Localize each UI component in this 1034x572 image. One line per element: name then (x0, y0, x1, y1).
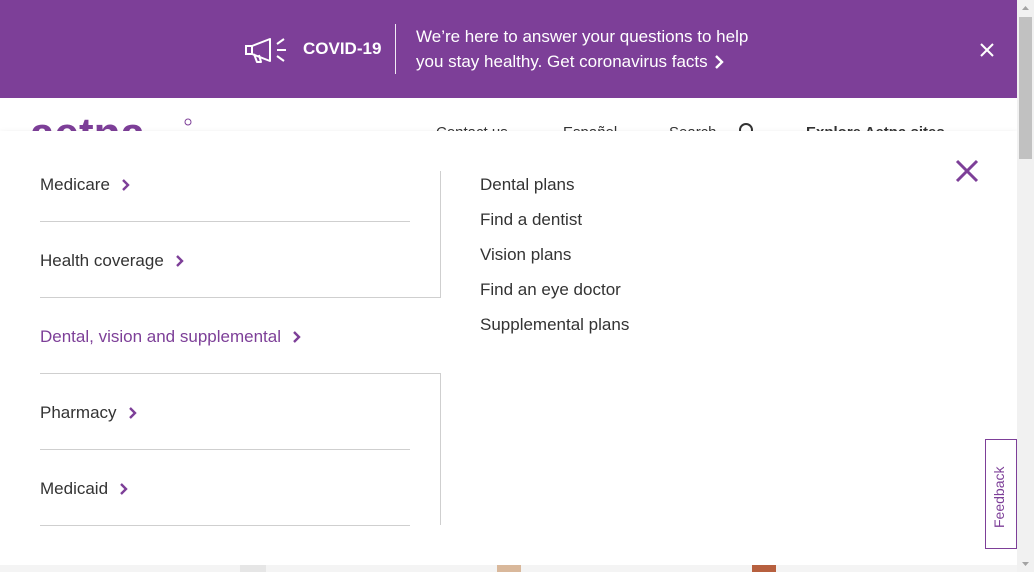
menu-item-dental-vision-supplemental[interactable]: Dental, vision and supplemental (40, 323, 410, 399)
chevron-right-icon (175, 255, 184, 267)
menu-divider (440, 373, 441, 525)
banner-message: We’re here to answer your questions to h… (416, 27, 749, 71)
chevron-right-icon (293, 331, 301, 343)
link-find-a-dentist[interactable]: Find a dentist (480, 210, 582, 230)
page-content-peek (0, 565, 1017, 572)
close-icon[interactable] (955, 159, 979, 183)
chevron-right-icon (122, 179, 130, 191)
scroll-up-arrow-icon[interactable] (1017, 0, 1034, 17)
menu-item-health-coverage[interactable]: Health coverage (40, 247, 410, 323)
banner-title: COVID-19 (303, 39, 382, 58)
scrollbar[interactable] (1017, 0, 1034, 572)
close-icon[interactable] (979, 42, 995, 58)
content-image (752, 565, 776, 572)
chevron-right-icon (714, 55, 724, 69)
content-image (497, 565, 521, 572)
chevron-right-icon (120, 483, 128, 495)
menu-divider (440, 171, 441, 297)
feedback-tab[interactable]: Feedback (985, 439, 1017, 549)
menu-item-pharmacy[interactable]: Pharmacy (40, 399, 410, 475)
menu-item-label: Pharmacy (40, 403, 117, 422)
logo-text: aetna (30, 118, 145, 132)
site-header: aetna Contact us Español Search Explore … (0, 98, 1017, 132)
menu-divider (40, 297, 441, 298)
menu-item-medicare[interactable]: Medicare (40, 171, 410, 247)
link-dental-plans[interactable]: Dental plans (480, 175, 575, 195)
covid-banner: COVID-19 We’re here to answer your quest… (0, 0, 1017, 98)
menu-divider (40, 373, 441, 374)
scrollbar-thumb[interactable] (1019, 17, 1032, 159)
link-find-an-eye-doctor[interactable]: Find an eye doctor (480, 280, 621, 300)
menu-item-label: Medicare (40, 175, 110, 194)
menu-divider (40, 525, 410, 526)
megaphone-icon (245, 38, 286, 63)
chevron-right-icon (128, 407, 137, 419)
menu-item-label: Medicaid (40, 479, 109, 498)
scroll-down-arrow-icon[interactable] (1017, 555, 1034, 572)
feedback-label: Feedback (991, 466, 1007, 528)
page: COVID-19 We’re here to answer your quest… (0, 0, 1034, 572)
menu-divider (40, 449, 410, 450)
mega-menu: Medicare Health coverage Dental, vision … (0, 131, 1017, 565)
content-image (240, 565, 266, 572)
menu-item-label: Dental, vision and supplemental (40, 327, 281, 346)
link-supplemental-plans[interactable]: Supplemental plans (480, 315, 629, 335)
banner-message-link[interactable]: We’re here to answer your questions to h… (416, 24, 776, 74)
banner-divider (395, 24, 396, 74)
menu-item-medicaid[interactable]: Medicaid (40, 475, 410, 551)
menu-divider (40, 221, 410, 222)
menu-item-label: Health coverage (40, 251, 164, 270)
link-vision-plans[interactable]: Vision plans (480, 245, 571, 265)
aetna-logo[interactable]: aetna (30, 118, 192, 132)
